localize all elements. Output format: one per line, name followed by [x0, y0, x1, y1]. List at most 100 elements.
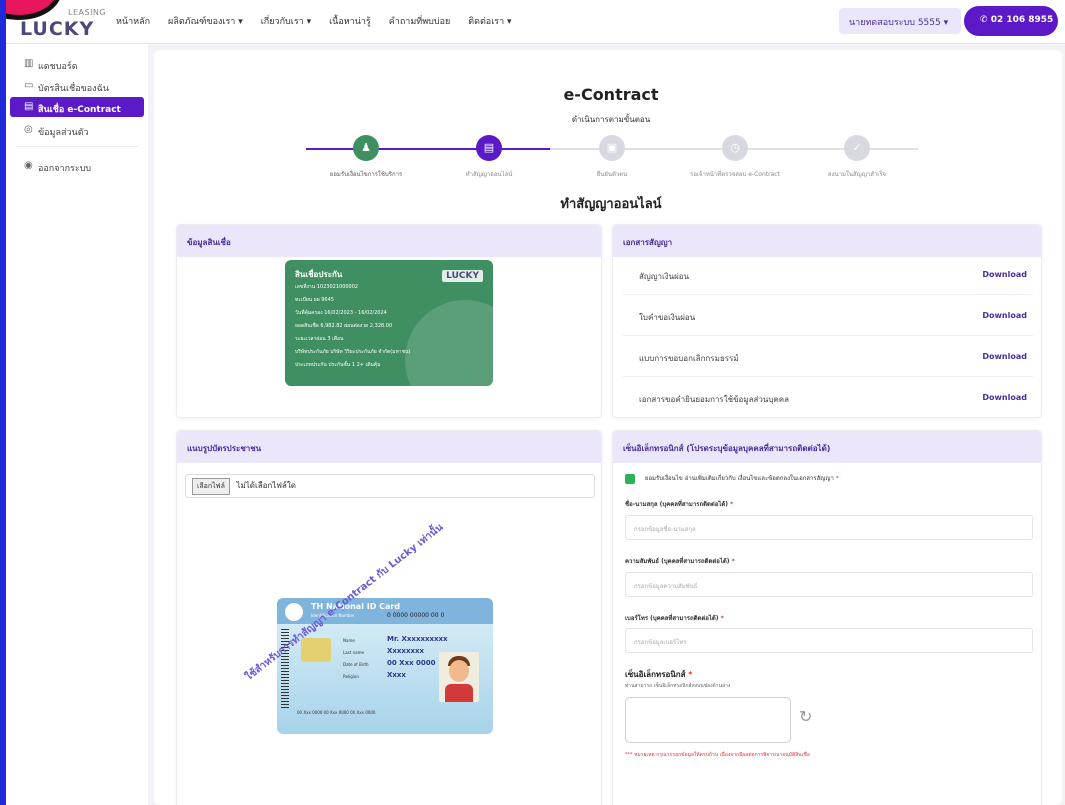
- consent-text: ยอมรับเงื่อนไข อ่านเพิ่มเติมเกี่ยวกับ เง…: [644, 475, 834, 482]
- id-field-value: Xxxxxxxx: [387, 647, 425, 655]
- choose-file-button[interactable]: เลือกไฟล์: [192, 478, 230, 495]
- sidebar-item-dashboard[interactable]: ▥ แดชบอร์ด: [10, 54, 144, 74]
- sidebar-item-label: แดชบอร์ด: [38, 62, 78, 72]
- document-name: เอกสารขอคำยินยอมการใช้ข้อมูลส่วนบุคคล: [639, 395, 790, 404]
- download-link[interactable]: Download: [982, 393, 1027, 402]
- loan-card-row: บริษัทประกันภัย บริษัท วิริยะประกันภัย จ…: [295, 349, 411, 355]
- download-link[interactable]: Download: [982, 352, 1027, 361]
- nav-articles[interactable]: เนื้อหาน่ารู้: [329, 14, 371, 28]
- loan-card-row: ทะเบียน ผผ 9645: [295, 297, 334, 303]
- loan-card-image: สินเชื่อประกัน LUCKY เลขที่งาน 102302100…: [285, 260, 493, 386]
- loan-info-header: ข้อมูลสินเชื่อ: [177, 225, 601, 257]
- document-name: แบบการขอบอกเลิกกรมธรรม์: [639, 354, 739, 363]
- contact-phone-input[interactable]: กรอกข้อมูลเบอร์โทร: [625, 628, 1033, 653]
- nav-home[interactable]: หน้าหลัก: [116, 14, 150, 28]
- stepper-progress: [306, 148, 550, 150]
- step-4-label: รอเจ้าหน้าที่ตรวจสอบ e-Contract: [690, 171, 780, 178]
- page-subtitle: ดำเนินการตามขั้นตอน: [571, 115, 651, 124]
- card-decoration: [405, 300, 493, 386]
- field-label-relationship: ความสัมพันธ์ (บุคคลที่สามารถติดต่อได้) *: [625, 556, 735, 566]
- divider: [623, 335, 1033, 336]
- document-row: ใบคำขอเงินผ่อน Download: [639, 311, 1027, 331]
- dashboard-icon: ▥: [24, 58, 34, 69]
- nav-contact[interactable]: ติดต่อเรา ▾: [468, 14, 511, 28]
- id-field-label: Last name: [343, 650, 364, 655]
- documents-card: เอกสารสัญญา สัญญาเงินผ่อน Download ใบคำข…: [612, 224, 1042, 418]
- required-mark: *: [835, 475, 839, 482]
- logout-icon: ◉: [24, 160, 33, 171]
- id-upload-header: แนบรูปบัตรประชาชน: [177, 431, 601, 463]
- signature-form-card: เซ็นอิเล็กทรอนิกส์ (โปรดระบุข้อมูลบุคคลท…: [612, 430, 1042, 805]
- section-title: ทำสัญญาออนไลน์: [560, 197, 662, 212]
- nav-faq[interactable]: คำถามที่พบบ่อย: [389, 14, 450, 28]
- file-input[interactable]: เลือกไฟล์ ไม่ได้เลือกไฟล์ใด: [185, 474, 595, 498]
- consent-checkbox[interactable]: [625, 473, 635, 484]
- id-field-value: Mr. Xxxxxxxxxx: [387, 635, 448, 643]
- field-label-text: เบอร์โทร (บุคคลที่สามารถติดต่อได้): [625, 615, 719, 622]
- document-name: ใบคำขอเงินผ่อน: [639, 313, 696, 322]
- signature-form-header: เซ็นอิเล็กทรอนิกส์ (โปรดระบุข้อมูลบุคคลท…: [613, 431, 1041, 463]
- sidebar-item-logout[interactable]: ◉ ออกจากระบบ: [10, 156, 144, 176]
- loan-info-card: ข้อมูลสินเชื่อ สินเชื่อประกัน LUCKY เลขท…: [176, 224, 602, 418]
- id-field-label: Date of Birth: [343, 662, 369, 667]
- field-label-name: ชื่อ-นามสกุล (บุคคลที่สามารถติดต่อได้) *: [625, 499, 733, 509]
- signature-subtitle: ท่านสามารถ เซ็นอิเล็กทรอนิกส์ลงบนช่องด้า…: [625, 683, 731, 689]
- signature-title-text: เซ็นอิเล็กทรอนิกส์: [625, 670, 686, 679]
- phone-number: 02 106 8955: [990, 15, 1054, 25]
- step-2-label: ทำสัญญาออนไลน์: [465, 171, 513, 178]
- id-field-label: Religion: [343, 674, 359, 679]
- loan-card-brand: LUCKY: [442, 270, 483, 282]
- step-1-icon: ♟: [353, 135, 379, 161]
- step-5-label: ลงนามในสัญญาสำเร็จ: [827, 171, 887, 178]
- step-4-icon: ◷: [722, 135, 748, 161]
- signature-pad[interactable]: [625, 697, 791, 743]
- garuda-emblem-icon: [285, 603, 303, 621]
- document-name: สัญญาเงินผ่อน: [639, 272, 690, 281]
- download-link[interactable]: Download: [982, 311, 1027, 320]
- page-title: e-Contract: [563, 85, 659, 104]
- id-card-preview: TH National ID Card Identification Numbe…: [277, 598, 493, 734]
- loan-card-row: ยอดสินเชื่อ 6,982.82 ผ่อนต่องวด 2,328.00: [295, 323, 393, 329]
- sidebar: ▥ แดชบอร์ด ▭ บัตรสินเชื่อของฉัน ▤ สินเชื…: [6, 44, 148, 805]
- top-navbar: LEASING LUCKY หน้าหลัก ผลิตภัณฑ์ของเรา ▾…: [6, 0, 1065, 44]
- divider: [623, 294, 1033, 295]
- no-file-text: ไม่ได้เลือกไฟล์ใด: [236, 481, 296, 490]
- document-row: แบบการขอบอกเลิกกรมธรรม์ Download: [639, 352, 1027, 372]
- phone-icon: ✆: [980, 15, 991, 25]
- app-frame: LEASING LUCKY หน้าหลัก ผลิตภัณฑ์ของเรา ▾…: [6, 0, 1065, 805]
- reset-icon[interactable]: ↻: [799, 707, 812, 726]
- contact-relationship-input[interactable]: กรอกข้อมูลความสัมพันธ์: [625, 572, 1033, 597]
- user-menu-dropdown[interactable]: นายทดสอบระบบ 5555 ▾: [839, 8, 961, 34]
- step-3-icon: ▣: [599, 135, 625, 161]
- loan-card-row: ระยะเวลาผ่อน 3 เดือน: [295, 336, 344, 342]
- download-link[interactable]: Download: [982, 270, 1027, 279]
- consent-row[interactable]: ยอมรับเงื่อนไข อ่านเพิ่มเติมเกี่ยวกับ เง…: [625, 473, 839, 484]
- form-note: *** หมายเหตุ กรุณากรอกข้อมูลให้ครบถ้วน เ…: [625, 752, 810, 758]
- loan-card-row: วันที่คุ้มครอง 16/02/2023 - 16/02/2024: [295, 310, 387, 316]
- required-mark: *: [728, 501, 734, 508]
- step-5-icon: ✓: [844, 135, 870, 161]
- logo-text: LUCKY: [20, 18, 95, 40]
- nav-about[interactable]: เกี่ยวกับเรา ▾: [261, 14, 311, 28]
- field-label-text: ความสัมพันธ์ (บุคคลที่สามารถติดต่อได้): [625, 558, 730, 565]
- id-card-number: 0 0000 00000 00 0: [387, 612, 445, 619]
- id-field-value: 00 Xxx 0000: [387, 659, 436, 667]
- id-upload-card: แนบรูปบัตรประชาชน เลือกไฟล์ ไม่ได้เลือกไ…: [176, 430, 602, 805]
- loan-card-row: เลขที่งาน 1023021000002: [295, 284, 359, 290]
- documents-header: เอกสารสัญญา: [613, 225, 1041, 257]
- step-3-label: ยืนยันตัวตน: [596, 171, 628, 178]
- id-field-label: Name: [343, 638, 355, 643]
- contact-name-input[interactable]: กรอกข้อมูลชื่อ-นามสกุล: [625, 515, 1033, 540]
- phone-button[interactable]: ✆ 02 106 8955: [964, 6, 1058, 36]
- signature-title: เซ็นอิเล็กทรอนิกส์ *: [625, 668, 692, 681]
- photo-face: [449, 660, 469, 682]
- nav-products[interactable]: ผลิตภัณฑ์ของเรา ▾: [168, 14, 243, 28]
- step-1-label: ยอมรับเงื่อนไขการใช้บริการ: [329, 171, 403, 178]
- sidebar-item-label: ข้อมูลส่วนตัว: [38, 128, 89, 138]
- loan-card-title: สินเชื่อประกัน: [295, 270, 343, 279]
- logo-small-text: LEASING: [68, 8, 107, 17]
- sidebar-divider: [16, 146, 138, 147]
- sidebar-item-label: ออกจากระบบ: [38, 164, 92, 174]
- id-card-dates: 00 Xxx 0000 00 Xxx 0000 00 Xxx 0000: [297, 710, 376, 715]
- field-label-phone: เบอร์โทร (บุคคลที่สามารถติดต่อได้) *: [625, 613, 724, 623]
